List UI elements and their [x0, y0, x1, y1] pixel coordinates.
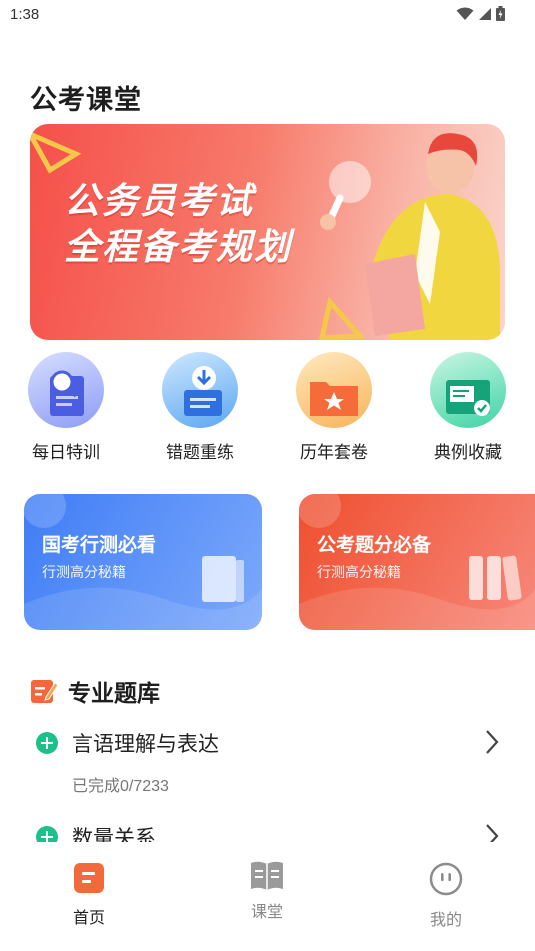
promo-banner[interactable]: 公务员考试 全程备考规划: [30, 124, 505, 340]
quick-entry-wrong[interactable]: 错题重练: [145, 352, 255, 463]
nav-label: 课堂: [250, 902, 283, 921]
nav-label: 首页: [72, 908, 105, 927]
status-bar: 1:38: [0, 0, 535, 32]
profile-icon: [429, 862, 463, 896]
quick-entry-label: 每日特训: [32, 443, 100, 463]
bottom-navigation: 首页 课堂 我的: [0, 846, 535, 951]
daily-training-icon: [28, 352, 104, 428]
nav-classroom[interactable]: 课堂: [207, 858, 327, 922]
chevron-right-icon[interactable]: [484, 822, 500, 842]
quick-entry-daily[interactable]: 每日特训: [11, 352, 121, 463]
section-header: 专业题库: [30, 674, 160, 708]
app-screen: 1:38 公考课堂 公务员考试 全程备考规划 每日特训 错题重练 历年套卷 典例…: [0, 0, 535, 951]
quick-entry-label: 错题重练: [166, 443, 234, 463]
expand-plus-icon[interactable]: [36, 732, 58, 754]
favorites-icon: [430, 352, 506, 428]
quick-entry-label: 历年套卷: [300, 443, 368, 463]
signal-icon: [479, 7, 491, 20]
chevron-right-icon[interactable]: [484, 728, 500, 756]
topic-name: 言语理解与表达: [72, 732, 219, 756]
card-title: 国考行测必看: [42, 534, 157, 556]
quick-entry-label: 典例收藏: [434, 443, 502, 463]
home-icon: [74, 863, 104, 893]
card-subtitle: 行测高分秘籍: [42, 565, 126, 581]
battery-icon: [496, 6, 505, 21]
nav-label: 我的: [429, 910, 462, 929]
section-title: 专业题库: [68, 681, 160, 707]
quick-entry-row: 每日特训 错题重练 历年套卷 典例收藏: [0, 352, 535, 472]
banner-headline-1: 公务员考试: [64, 181, 255, 222]
book-icon: [251, 861, 283, 890]
expand-plus-icon[interactable]: [36, 826, 58, 842]
topic-progress: 已完成0/7233: [72, 778, 169, 795]
wifi-icon: [456, 7, 474, 20]
card-civil-exam[interactable]: 公考题分必备 行测高分秘籍: [299, 494, 535, 630]
card-title: 公考题分必备: [317, 534, 432, 556]
banner-headline-2: 全程备考规划: [64, 227, 293, 268]
card-national-exam[interactable]: 国考行测必看 行测高分秘籍: [24, 494, 262, 630]
quick-entry-papers[interactable]: 历年套卷: [279, 352, 389, 463]
topic-name: 数量关系: [72, 826, 156, 842]
quick-entry-favorites[interactable]: 典例收藏: [413, 352, 523, 463]
past-papers-icon: [296, 352, 372, 428]
card-subtitle: 行测高分秘籍: [317, 565, 401, 581]
nav-home[interactable]: 首页: [29, 862, 149, 928]
status-time: 1:38: [10, 6, 40, 23]
page-title: 公考课堂: [30, 85, 142, 116]
edit-note-icon: [31, 680, 58, 703]
topic-item[interactable]: 言语理解与表达 已完成0/7233: [36, 728, 506, 796]
topic-item[interactable]: 数量关系: [36, 822, 506, 842]
wrong-questions-icon: [162, 352, 238, 428]
nav-profile[interactable]: 我的: [386, 862, 506, 930]
status-icons: [456, 6, 505, 21]
